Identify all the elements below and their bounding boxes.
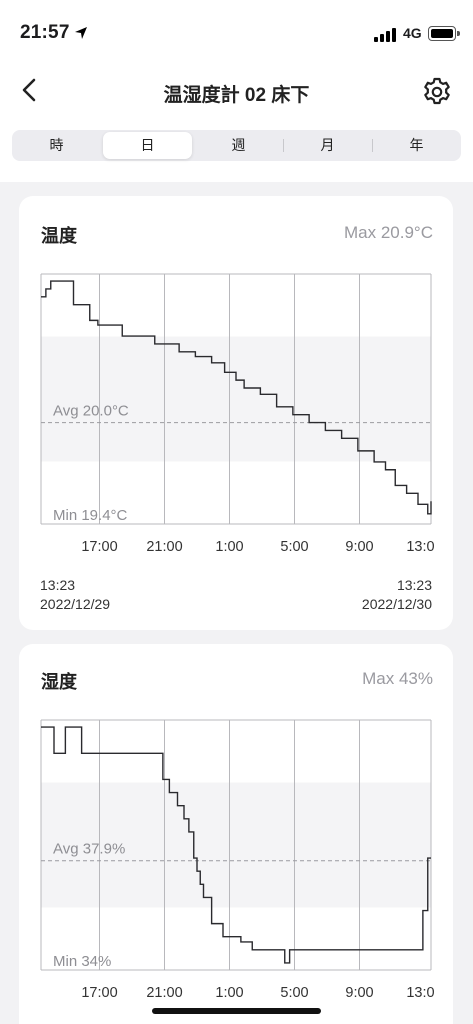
segment-divider: [283, 139, 284, 152]
x-tick-label: 1:00: [215, 539, 243, 555]
page-title: 温湿度計 02 床下: [163, 85, 310, 106]
x-tick-label: 9:00: [345, 539, 373, 555]
x-tick-label: 21:00: [146, 539, 182, 555]
x-tick-label: 5:00: [280, 539, 308, 555]
range-start-time: 13:23: [40, 577, 76, 593]
range-start-date: 2022/12/29: [40, 596, 111, 612]
temperature-chart: Avg 20.0°C Min 19.4°C 17:00 21:00 1:00 5:00 9:…: [40, 273, 434, 555]
tab-year[interactable]: 年: [372, 130, 461, 161]
range-end: 13:23 2022/12/30: [362, 576, 432, 614]
x-tick-label: 5:00: [280, 985, 308, 1001]
avg-label: Avg 20.0°C: [53, 403, 129, 420]
humidity-title: 湿度: [41, 672, 77, 692]
temperature-max: Max 20.9°C: [343, 223, 433, 242]
period-segmented-control: 時 日 週 月 年: [12, 130, 461, 161]
battery-icon: [428, 26, 460, 41]
temperature-title: 温度: [41, 226, 77, 246]
x-tick-label: 17:00: [81, 985, 117, 1001]
range-start: 13:23 2022/12/29: [40, 576, 110, 614]
network-type: 4G: [403, 25, 422, 41]
status-time: 21:57: [20, 22, 70, 43]
min-label: Min 19.4°C: [53, 507, 128, 524]
tab-month[interactable]: 月: [283, 130, 372, 161]
x-tick-label: 17:00: [81, 539, 117, 555]
gear-icon[interactable]: [421, 76, 453, 108]
tab-day[interactable]: 日: [103, 132, 192, 159]
x-tick-label: 1:00: [215, 985, 243, 1001]
tab-hour[interactable]: 時: [12, 130, 101, 161]
segment-divider: [372, 139, 373, 152]
humidity-max: Max 43%: [362, 669, 433, 688]
location-arrow-icon: [75, 27, 87, 39]
x-tick-label: 9:00: [345, 985, 373, 1001]
min-label: Min 34%: [53, 953, 111, 970]
status-bar: 21:57 4G: [0, 0, 473, 60]
x-tick-label: 13:00: [406, 985, 434, 1001]
tab-week[interactable]: 週: [194, 130, 283, 161]
home-indicator[interactable]: [152, 1008, 321, 1014]
x-tick-label: 21:00: [146, 985, 182, 1001]
top-area: 21:57 4G 温湿度計 02 床下 時 日 週 月 年: [0, 0, 473, 182]
range-end-date: 2022/12/30: [361, 596, 432, 612]
x-tick-label: 13:00: [406, 539, 434, 555]
avg-label: Avg 37.9%: [53, 841, 125, 858]
range-end-time: 13:23: [396, 577, 432, 593]
humidity-chart: Avg 37.9% Min 34% 17:00 21:00 1:00 5:00 9:00 13…: [40, 719, 434, 1001]
cellular-signal-icon: [374, 28, 398, 42]
